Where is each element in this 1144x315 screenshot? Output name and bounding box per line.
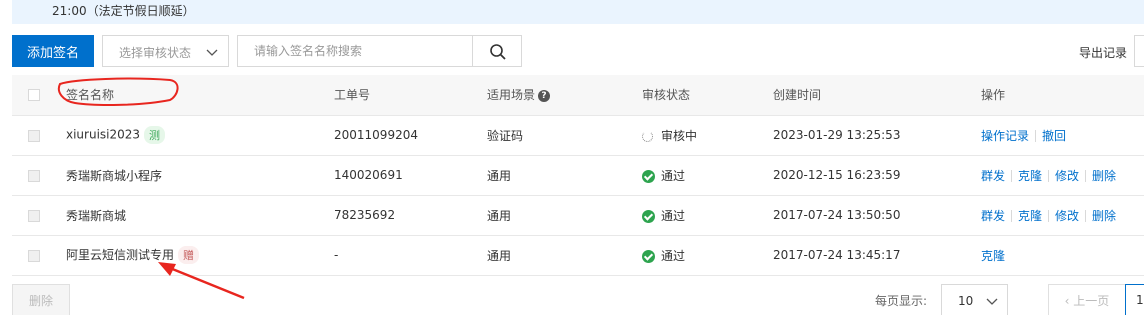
delete-link[interactable]: 删除 xyxy=(1092,169,1116,183)
mass-send-link[interactable]: 群发 xyxy=(981,209,1005,223)
header-name[interactable]: 签名名称 xyxy=(66,75,334,115)
table-row: 秀瑞斯商城小程序 140020691 通用 通过 2020-12-15 16:2… xyxy=(12,155,1144,195)
search-button[interactable] xyxy=(472,35,522,67)
status-text: 审核中 xyxy=(661,128,698,143)
notice-bar: 21:00（法定节假日顺延） xyxy=(12,0,1144,24)
per-page-label: 每页显示: xyxy=(875,294,928,308)
status-text: 通过 xyxy=(661,208,686,223)
signature-name: xiuruisi2023 xyxy=(66,127,141,142)
mass-send-link[interactable]: 群发 xyxy=(981,169,1005,183)
order-no: 140020691 xyxy=(334,168,403,182)
scene: 验证码 xyxy=(487,128,524,143)
scene: 通用 xyxy=(487,208,512,223)
status-text: 通过 xyxy=(661,248,686,263)
export-dropdown[interactable] xyxy=(1134,35,1144,67)
delete-link[interactable]: 删除 xyxy=(1092,209,1116,223)
pending-icon xyxy=(642,130,653,142)
per-page-value: 10 xyxy=(958,294,974,308)
status-select[interactable]: 选择审核状态 xyxy=(102,35,229,67)
batch-delete-button[interactable]: 删除 xyxy=(12,284,70,315)
select-all-checkbox[interactable] xyxy=(28,89,40,102)
operation-log-link[interactable]: 操作记录 xyxy=(981,129,1029,143)
toolbar: 添加签名 选择审核状态 导出记录 xyxy=(0,34,1144,68)
edit-link[interactable]: 修改 xyxy=(1055,169,1079,183)
divider xyxy=(1048,210,1050,222)
clone-link[interactable]: 克隆 xyxy=(1018,169,1042,183)
row-checkbox[interactable] xyxy=(28,209,40,222)
page-number-button[interactable]: 1 xyxy=(1125,284,1144,315)
check-circle-icon xyxy=(642,169,655,183)
prev-page-label: 上一页 xyxy=(1073,293,1110,308)
check-circle-icon xyxy=(642,249,655,263)
withdraw-link[interactable]: 撤回 xyxy=(1042,129,1066,143)
order-no: 78235692 xyxy=(334,208,396,222)
chevron-down-icon xyxy=(986,298,998,305)
check-circle-icon xyxy=(642,209,655,223)
scene: 通用 xyxy=(487,168,512,183)
header-order-no: 工单号 xyxy=(334,88,371,103)
add-signature-button[interactable]: 添加签名 xyxy=(12,35,94,67)
divider xyxy=(1011,170,1013,182)
divider xyxy=(1035,130,1037,142)
created-time: 2017-07-24 13:45:17 xyxy=(773,248,901,262)
clone-link[interactable]: 克隆 xyxy=(981,249,1005,263)
test-tag: 测 xyxy=(144,126,166,144)
status-text: 通过 xyxy=(661,168,686,183)
scene: 通用 xyxy=(487,248,512,263)
divider xyxy=(1085,170,1087,182)
divider xyxy=(1011,210,1013,222)
table-row: 秀瑞斯商城 78235692 通用 通过 2017-07-24 13:50:50… xyxy=(12,195,1144,235)
row-checkbox[interactable] xyxy=(28,249,40,262)
prev-page-button[interactable]: ‹ 上一页 xyxy=(1048,284,1126,315)
gift-tag: 赠 xyxy=(178,246,200,265)
table-header-row: 签名名称 工单号 适用场景? 审核状态 创建时间 操作 xyxy=(12,75,1144,115)
signature-name: 阿里云短信测试专用 xyxy=(66,247,175,262)
order-no: - xyxy=(334,248,339,262)
table-row: 阿里云短信测试专用赠 - 通用 通过 2017-07-24 13:45:17 克… xyxy=(12,235,1144,275)
table-footer: 删除 每页显示: 10 ‹ 上一页 1 xyxy=(0,280,1144,315)
divider xyxy=(1048,170,1050,182)
created-time: 2020-12-15 16:23:59 xyxy=(773,168,901,182)
per-page-select[interactable]: 10 xyxy=(941,284,1008,315)
search-icon xyxy=(490,44,506,60)
row-checkbox[interactable] xyxy=(28,129,40,142)
signature-name: 秀瑞斯商城小程序 xyxy=(66,168,163,183)
edit-link[interactable]: 修改 xyxy=(1055,209,1079,223)
row-checkbox[interactable] xyxy=(28,169,40,182)
help-icon[interactable]: ? xyxy=(538,89,551,102)
header-created: 创建时间 xyxy=(773,88,822,103)
header-scene: 适用场景 xyxy=(487,88,536,103)
table-row: xiuruisi2023 测 20011099204 验证码 审核中 2023-0… xyxy=(12,115,1144,155)
order-no: 20011099204 xyxy=(334,128,418,142)
divider xyxy=(1085,210,1087,222)
header-status: 审核状态 xyxy=(642,88,691,103)
signature-table: 签名名称 工单号 适用场景? 审核状态 创建时间 操作 xiuruisi2023… xyxy=(12,75,1144,276)
search-input[interactable] xyxy=(237,35,473,67)
status-select-placeholder: 选择审核状态 xyxy=(119,46,192,60)
signature-name: 秀瑞斯商城 xyxy=(66,208,127,223)
export-records-link[interactable]: 导出记录 xyxy=(1079,44,1127,61)
created-time: 2017-07-24 13:50:50 xyxy=(773,208,901,222)
created-time: 2023-01-29 13:25:53 xyxy=(773,128,901,142)
notice-text: 21:00（法定节假日顺延） xyxy=(52,4,195,18)
clone-link[interactable]: 克隆 xyxy=(1018,209,1042,223)
header-actions: 操作 xyxy=(981,88,1006,103)
chevron-down-icon xyxy=(206,49,218,56)
